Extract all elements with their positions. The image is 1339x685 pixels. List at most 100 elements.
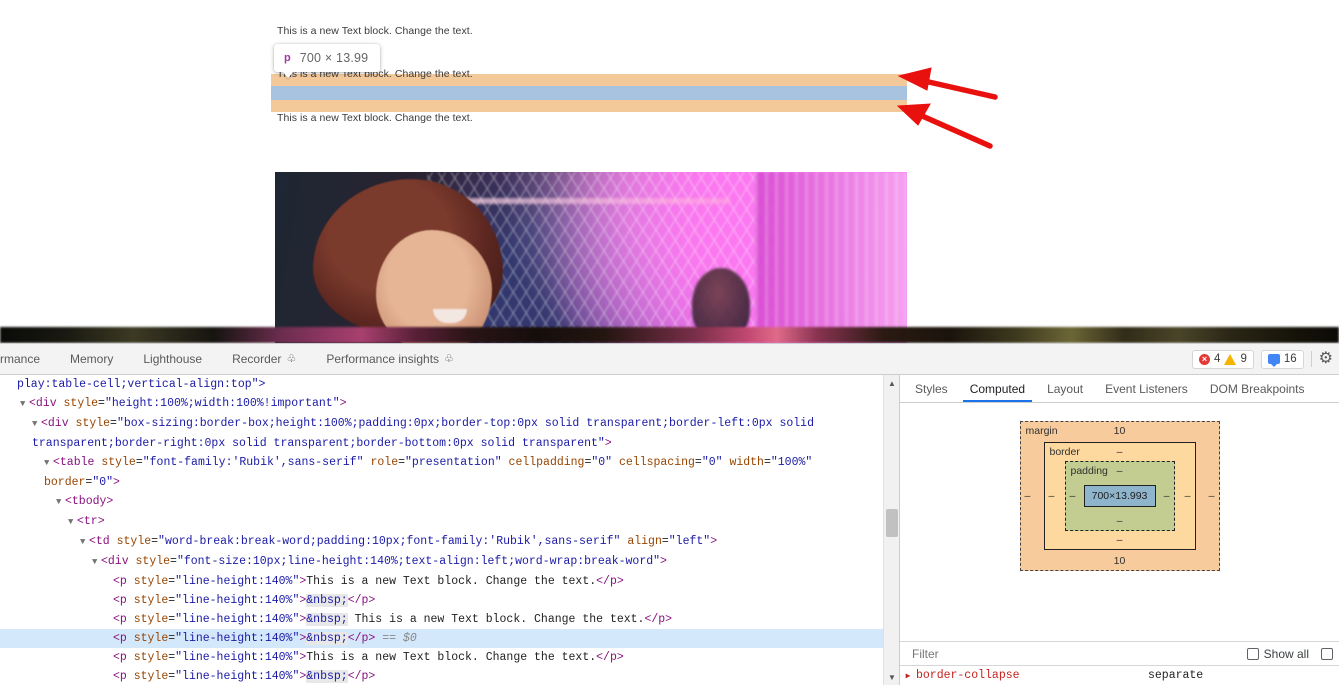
tab-styles[interactable]: Styles — [904, 375, 959, 402]
dom-token-tx — [127, 651, 134, 664]
messages-counter[interactable]: 16 — [1260, 349, 1304, 369]
tab-recorder-label: Recorder — [232, 352, 282, 366]
group-checkbox[interactable] — [1321, 647, 1333, 660]
chevron-right-icon[interactable]: ▶ — [900, 671, 916, 681]
message-count: 16 — [1283, 353, 1297, 365]
dom-token-bracket: </ — [347, 670, 362, 683]
dom-token-bracket: > — [710, 535, 718, 548]
dom-token-tx: This is a new Text block. Change the tex… — [306, 651, 597, 664]
dom-tree-line[interactable]: <p style="line-height:140%">This is a ne… — [0, 648, 883, 667]
dom-tree-line[interactable]: <p style="line-height:140%">This is a ne… — [0, 572, 883, 591]
dom-tree[interactable]: play:table-cell;vertical-align:top"> ▼ <di… — [0, 375, 883, 685]
box-model-margin-bottom[interactable]: 10 — [1021, 555, 1219, 567]
tab-performance[interactable]: rmance — [0, 344, 55, 374]
dom-token-tx: = — [135, 456, 143, 469]
box-model-margin-top[interactable]: 10 — [1021, 425, 1219, 437]
message-icon — [1267, 354, 1280, 367]
dom-tree-line[interactable]: ▼ <div style="box-sizing:border-box;heigh… — [0, 414, 883, 453]
dom-token-av: "0" — [701, 456, 723, 469]
dom-tree-line[interactable]: ▼ <div style="font-size:10px;line-height:… — [0, 552, 883, 572]
dom-token-ent: &nbsp; — [306, 613, 348, 626]
box-model-margin-left[interactable]: – — [1025, 490, 1031, 502]
dom-token-bracket: < — [89, 535, 96, 548]
dom-tree-line[interactable]: play:table-cell;vertical-align:top"> — [0, 375, 883, 394]
box-model-border[interactable]: border – – – – padding – – – – 700×13.99… — [1043, 442, 1196, 550]
dom-token-pn: p — [119, 670, 127, 683]
element-info-tooltip: p 700 × 13.99 — [274, 44, 381, 72]
dom-token-tx: = — [98, 397, 105, 410]
tab-lighthouse[interactable]: Lighthouse — [128, 344, 217, 374]
scroll-down-arrow[interactable]: ▼ — [884, 669, 899, 685]
tab-performance-insights[interactable]: Performance insights ♧ — [311, 344, 469, 374]
gear-icon[interactable]: ⚙ — [1319, 351, 1333, 367]
dom-tree-scrollbar[interactable]: ▲ ▼ — [883, 375, 899, 685]
box-model-padding-right[interactable]: – — [1164, 490, 1170, 502]
computed-property-name: border-collapse — [916, 669, 1020, 682]
dom-token-an: style — [133, 670, 169, 683]
dom-tree-line[interactable]: ▼ <tbody> — [0, 492, 883, 512]
expand-triangle-icon[interactable]: ▼ — [68, 513, 77, 532]
box-model-margin[interactable]: margin 10 10 – – border – – – – padding … — [1019, 421, 1220, 571]
box-model-border-bottom[interactable]: – — [1045, 534, 1195, 546]
filter-input[interactable] — [910, 645, 1235, 662]
box-model-padding-bottom[interactable]: – — [1066, 515, 1174, 527]
dom-token-bracket: > — [113, 476, 120, 489]
tab-recorder[interactable]: Recorder ♧ — [217, 344, 311, 374]
dom-token-pn: td — [95, 535, 110, 548]
tab-event-listeners-label: Event Listeners — [1105, 381, 1188, 396]
expand-triangle-icon[interactable]: ▼ — [56, 493, 65, 512]
expand-triangle-icon[interactable]: ▼ — [20, 395, 29, 414]
scrollbar-thumb[interactable] — [886, 509, 898, 537]
tab-styles-label: Styles — [915, 381, 948, 396]
box-model-border-top[interactable]: – — [1045, 446, 1195, 458]
dom-token-bracket: </ — [347, 594, 362, 607]
tab-computed[interactable]: Computed — [959, 375, 1036, 402]
dom-token-av: "line-height:140%" — [175, 594, 300, 607]
expand-triangle-icon[interactable]: ▼ — [44, 454, 53, 473]
box-model-border-left[interactable]: – — [1049, 490, 1055, 502]
box-model-padding-top[interactable]: – — [1066, 465, 1174, 477]
tab-layout[interactable]: Layout — [1036, 375, 1094, 402]
dom-tree-line[interactable]: <p style="line-height:140%">&nbsp;</p> =… — [0, 629, 883, 648]
dom-token-pn: p — [119, 613, 127, 626]
box-model-border-right[interactable]: – — [1185, 490, 1191, 502]
tab-event-listeners[interactable]: Event Listeners — [1094, 375, 1199, 402]
tab-performance-label: rmance — [0, 352, 41, 366]
dom-tree-line[interactable]: ▼ <tr> — [0, 512, 883, 532]
checkbox-box — [1321, 647, 1333, 660]
box-model-padding[interactable]: padding – – – – 700×13.993 — [1064, 461, 1175, 531]
dom-tree-line[interactable]: ▼ <div style="height:100%;width:100%!impo… — [0, 394, 883, 414]
box-model-margin-right[interactable]: – — [1209, 490, 1215, 502]
issues-counter[interactable]: × 4 9 — [1192, 349, 1254, 369]
dom-token-av: "0" — [92, 476, 114, 489]
dom-token-tx — [127, 613, 134, 626]
show-all-checkbox[interactable]: Show all — [1246, 647, 1309, 661]
dom-token-an: role — [370, 456, 399, 469]
tab-dom-breakpoints[interactable]: DOM Breakpoints — [1199, 375, 1316, 402]
box-model-content[interactable]: 700×13.993 — [1083, 485, 1156, 507]
dom-token-bracket: < — [113, 613, 120, 626]
devtools-panel: rmance Memory Lighthouse Recorder ♧ Perf… — [0, 343, 1339, 685]
dom-token-av: "line-height:140%" — [175, 632, 300, 645]
dom-token-tx — [612, 456, 619, 469]
computed-property-value: separate — [1148, 669, 1204, 682]
dom-token-tx — [127, 670, 134, 683]
dom-token-tx — [57, 397, 64, 410]
status-divider — [1310, 351, 1312, 367]
expand-triangle-icon[interactable]: ▼ — [32, 415, 41, 434]
box-model-padding-left[interactable]: – — [1070, 490, 1076, 502]
tab-memory[interactable]: Memory — [55, 344, 128, 374]
scroll-up-arrow[interactable]: ▲ — [884, 375, 899, 391]
computed-property-row[interactable]: ▶ border-collapse separate — [900, 666, 1339, 685]
dom-token-tx — [127, 594, 134, 607]
dom-tree-line[interactable]: <p style="line-height:140%">&nbsp;</p> — [0, 591, 883, 610]
page-text-block-3: This is a new Text block. Change the tex… — [277, 112, 473, 124]
dom-tree-line[interactable]: <p style="line-height:140%">&nbsp;</p> — [0, 667, 883, 685]
dom-tree-line[interactable]: ▼ <table style="font-family:'Rubik',sans-… — [0, 453, 883, 492]
dom-token-tx: = — [110, 417, 117, 430]
expand-triangle-icon[interactable]: ▼ — [80, 533, 89, 552]
dom-token-bracket: </ — [347, 632, 362, 645]
dom-tree-line[interactable]: ▼ <td style="word-break:break-word;paddin… — [0, 532, 883, 552]
dom-tree-line[interactable]: <p style="line-height:140%">&nbsp; This … — [0, 610, 883, 629]
expand-triangle-icon[interactable]: ▼ — [92, 553, 101, 572]
